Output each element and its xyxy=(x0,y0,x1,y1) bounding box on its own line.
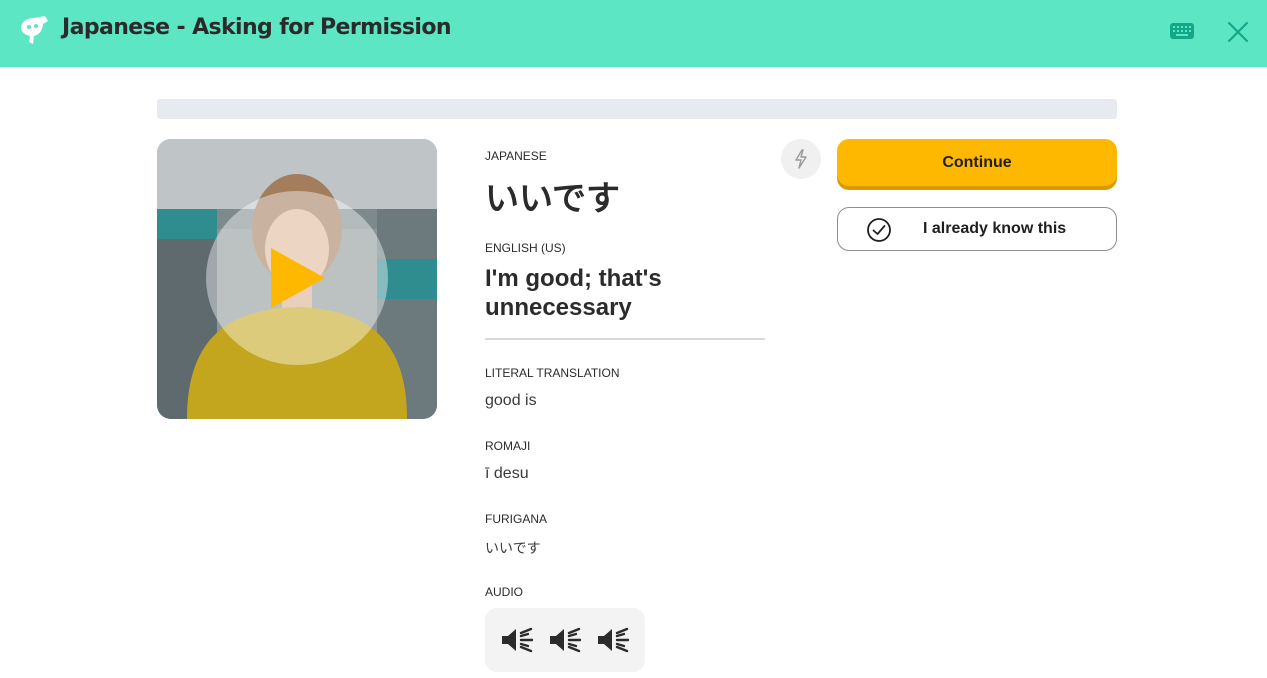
english-translation: I'm good; that's unnecessary xyxy=(485,265,662,321)
literal-translation-label: LITERAL TRANSLATION xyxy=(485,366,620,380)
literal-translation-value: good is xyxy=(485,392,537,409)
japanese-word: いいです xyxy=(485,179,620,219)
play-button[interactable] xyxy=(206,191,388,365)
audio-label: AUDIO xyxy=(485,585,524,599)
lightning-icon xyxy=(795,149,807,169)
already-know-button[interactable]: I already know this xyxy=(837,207,1117,251)
romaji-label: ROMAJI xyxy=(485,439,531,453)
speaker-icon[interactable] xyxy=(547,625,583,655)
furigana-label: FURIGANA xyxy=(485,512,548,526)
lightning-button[interactable] xyxy=(781,139,821,179)
play-icon xyxy=(271,248,325,308)
continue-button[interactable]: Continue xyxy=(837,139,1117,186)
already-know-label: I already know this xyxy=(923,220,1067,237)
top-bar: Japanese - Asking for Permission xyxy=(0,0,1267,67)
english-label: ENGLISH (US) xyxy=(485,241,566,255)
romaji-value: ī desu xyxy=(485,465,529,482)
video-player[interactable] xyxy=(157,139,437,419)
japanese-label: JAPANESE xyxy=(485,149,547,163)
speaker-icon[interactable] xyxy=(499,625,535,655)
speaker-icon[interactable] xyxy=(595,625,631,655)
lesson-progress-bar xyxy=(157,99,1117,119)
keyboard-icon[interactable] xyxy=(1169,22,1195,40)
divider xyxy=(485,338,765,340)
furigana-value: いいです xyxy=(485,541,541,557)
check-circle-icon xyxy=(867,218,891,242)
audio-controls xyxy=(485,608,645,672)
mascot-logo-icon xyxy=(17,14,51,48)
close-icon[interactable] xyxy=(1226,20,1250,44)
page-title: Japanese - Asking for Permission xyxy=(62,15,452,40)
